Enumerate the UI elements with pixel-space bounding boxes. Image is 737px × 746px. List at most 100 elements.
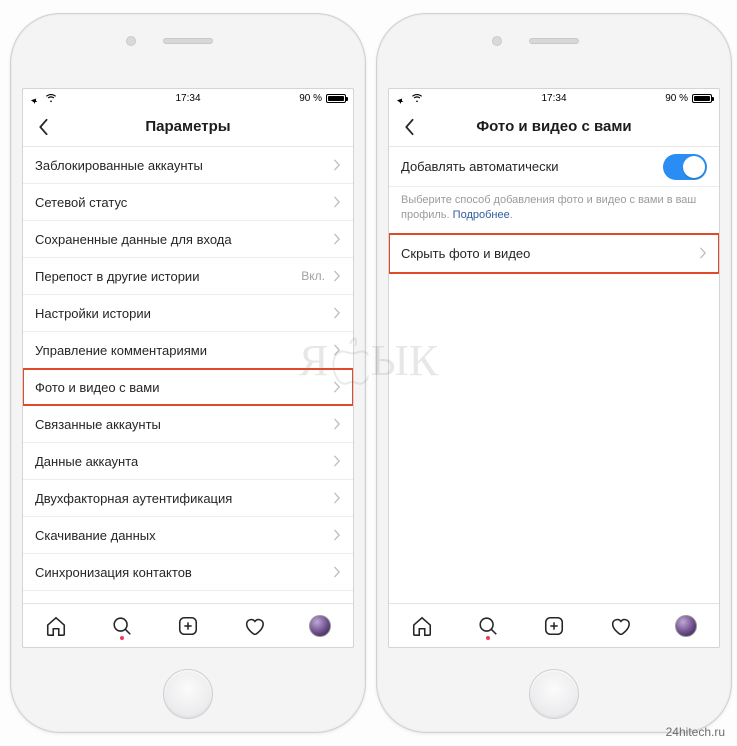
page-title: Параметры xyxy=(145,118,230,135)
settings-row[interactable]: Управление комментариями xyxy=(23,332,353,369)
chevron-right-icon xyxy=(333,455,341,467)
chevron-left-icon xyxy=(403,118,415,136)
settings-row[interactable]: Перепост в другие историиВкл. xyxy=(23,258,353,295)
avatar-icon xyxy=(309,615,331,637)
tab-activity[interactable] xyxy=(608,614,632,638)
content-right: Добавлять автоматически Выберите способ … xyxy=(389,147,719,603)
row-label: Перепост в другие истории xyxy=(35,269,199,284)
chevron-right-icon xyxy=(333,307,341,319)
chevron-left-icon xyxy=(37,118,49,136)
back-button[interactable] xyxy=(31,112,55,142)
row-label: Синхронизация контактов xyxy=(35,565,192,580)
settings-row[interactable]: Сетевой статус xyxy=(23,184,353,221)
settings-row[interactable]: Фото и видео с вами xyxy=(23,369,353,406)
tab-bar xyxy=(389,603,719,647)
row-label: Данные аккаунта xyxy=(35,454,138,469)
status-bar: 17:34 90 % xyxy=(23,89,353,107)
learn-more-link[interactable]: Подробнее xyxy=(453,209,510,221)
tab-profile[interactable] xyxy=(674,614,698,638)
settings-row[interactable]: Двухфакторная аутентификация xyxy=(23,480,353,517)
chevron-right-icon xyxy=(333,566,341,578)
nav-header: Параметры xyxy=(23,107,353,147)
tab-activity[interactable] xyxy=(242,614,266,638)
speaker xyxy=(163,38,213,44)
settings-row[interactable]: Данные аккаунта xyxy=(23,443,353,480)
settings-list[interactable]: Заблокированные аккаунты Сетевой статус Со… xyxy=(23,147,353,603)
tab-add[interactable] xyxy=(542,614,566,638)
status-bar: 17:34 90 % xyxy=(389,89,719,107)
row-label: Связанные аккаунты xyxy=(35,417,161,432)
tab-bar xyxy=(23,603,353,647)
screen-right: 17:34 90 % Фото и видео с вами Добавлять… xyxy=(388,88,720,648)
row-trail xyxy=(333,529,341,541)
avatar-icon xyxy=(675,615,697,637)
settings-row[interactable]: Настройки истории xyxy=(23,295,353,332)
chevron-right-icon xyxy=(333,196,341,208)
row-label: Добавлять автоматически xyxy=(401,159,559,174)
back-button[interactable] xyxy=(397,112,421,142)
tab-home[interactable] xyxy=(44,614,68,638)
chevron-right-icon xyxy=(333,529,341,541)
heart-icon xyxy=(243,615,265,637)
speaker xyxy=(529,38,579,44)
home-button[interactable] xyxy=(529,669,579,719)
source-credit: 24hitech.ru xyxy=(666,725,725,739)
settings-row[interactable]: Скачивание данных xyxy=(23,517,353,554)
chevron-right-icon xyxy=(333,159,341,171)
row-label: Сохраненные данные для входа xyxy=(35,232,232,247)
chevron-right-icon xyxy=(333,344,341,356)
row-hide-photos[interactable]: Скрыть фото и видео xyxy=(389,234,719,274)
description-block: Выберите способ добавления фото и видео … xyxy=(389,187,719,234)
description-text: Выберите способ добавления фото и видео … xyxy=(401,194,696,221)
notification-dot xyxy=(486,636,490,640)
phone-frame-right: 17:34 90 % Фото и видео с вами Добавлять… xyxy=(376,13,732,733)
tab-add[interactable] xyxy=(176,614,200,638)
row-label: Управление комментариями xyxy=(35,343,207,358)
settings-row[interactable]: Связанные аккаунты xyxy=(23,406,353,443)
home-icon xyxy=(411,615,433,637)
tab-profile[interactable] xyxy=(308,614,332,638)
chevron-right-icon xyxy=(333,492,341,504)
page-title: Фото и видео с вами xyxy=(476,118,631,135)
home-icon xyxy=(45,615,67,637)
row-trail xyxy=(333,159,341,171)
settings-row[interactable]: Синхронизация контактов xyxy=(23,554,353,591)
row-label: Настройки истории xyxy=(35,306,151,321)
tab-search[interactable] xyxy=(476,614,500,638)
status-time: 17:34 xyxy=(389,93,719,104)
chevron-right-icon xyxy=(333,270,341,282)
chevron-right-icon xyxy=(699,247,707,259)
row-trail xyxy=(333,492,341,504)
row-trail xyxy=(333,344,341,356)
row-trail xyxy=(333,233,341,245)
screen-left: 17:34 90 % Параметры Заблокированные акк… xyxy=(22,88,354,648)
row-trail xyxy=(333,566,341,578)
chevron-right-icon xyxy=(333,381,341,393)
row-label: Скачивание данных xyxy=(35,528,156,543)
notification-dot xyxy=(120,636,124,640)
settings-row[interactable]: Помощь xyxy=(23,591,353,603)
row-label: Заблокированные аккаунты xyxy=(35,158,203,173)
tab-search[interactable] xyxy=(110,614,134,638)
row-label: Скрыть фото и видео xyxy=(401,246,530,261)
home-button[interactable] xyxy=(163,669,213,719)
phone-frame-left: 17:34 90 % Параметры Заблокированные акк… xyxy=(10,13,366,733)
battery-icon xyxy=(326,94,346,103)
row-trail xyxy=(333,307,341,319)
camera-dot xyxy=(492,36,502,46)
search-icon xyxy=(111,615,133,637)
chevron-right-icon xyxy=(333,233,341,245)
status-time: 17:34 xyxy=(23,93,353,104)
settings-row[interactable]: Сохраненные данные для входа xyxy=(23,221,353,258)
nav-header: Фото и видео с вами xyxy=(389,107,719,147)
row-label: Сетевой статус xyxy=(35,195,127,210)
row-trail xyxy=(333,381,341,393)
tab-home[interactable] xyxy=(410,614,434,638)
add-post-icon xyxy=(543,615,565,637)
row-label: Двухфакторная аутентификация xyxy=(35,491,232,506)
settings-row[interactable]: Заблокированные аккаунты xyxy=(23,147,353,184)
row-trail xyxy=(333,418,341,430)
row-auto-add[interactable]: Добавлять автоматически xyxy=(389,147,719,187)
toggle-switch[interactable] xyxy=(663,154,707,180)
battery-icon xyxy=(692,94,712,103)
